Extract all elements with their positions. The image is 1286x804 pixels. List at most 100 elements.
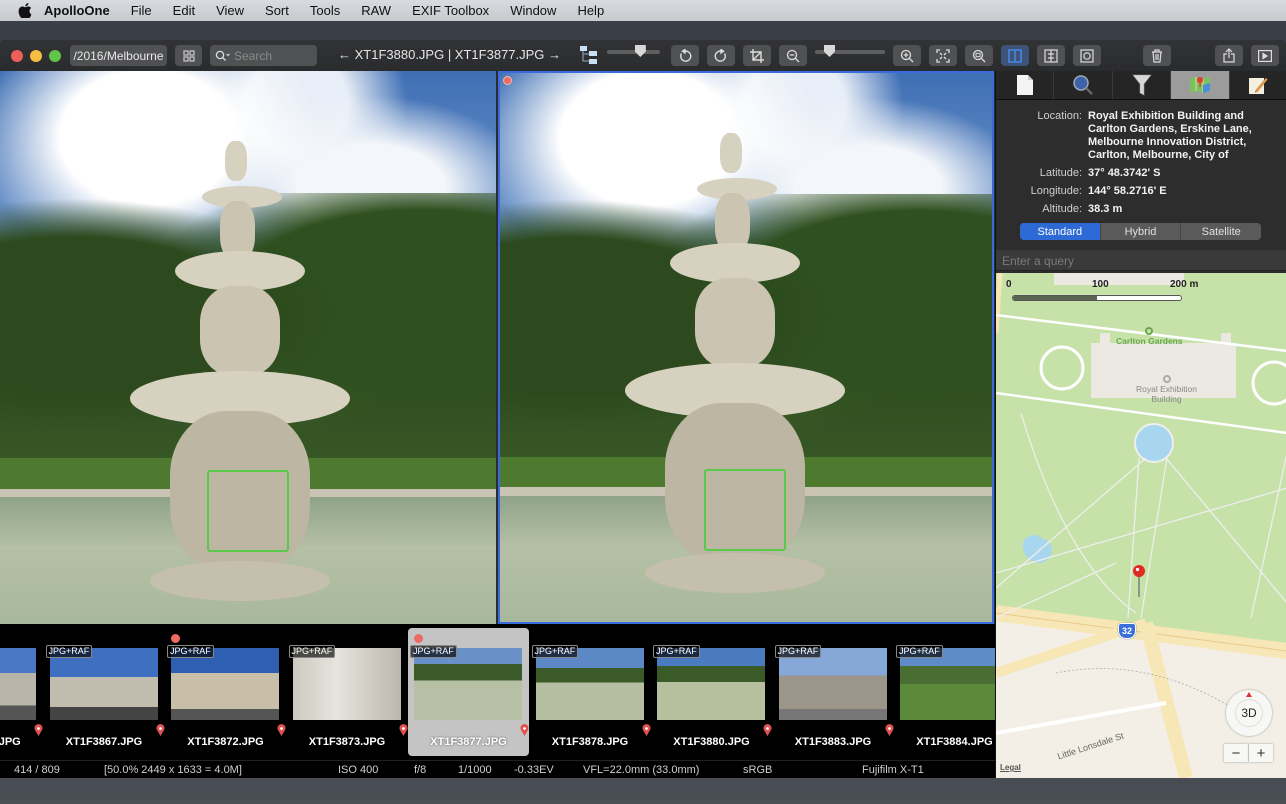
menu-raw[interactable]: RAW [361,3,391,18]
share-button[interactable] [1215,45,1243,66]
image-dimensions: [50.0% 2449 x 1633 = 4.0M] [104,764,242,776]
exposure-bias-value: -0.33EV [514,764,554,776]
thumbnail-size-slider[interactable] [607,45,660,57]
sync-view-button[interactable] [1073,45,1101,66]
crop-button[interactable] [743,45,771,66]
filmstrip-item[interactable]: JPG+RAF XT1F3872.JPG [165,628,286,756]
search-field[interactable]: Search [210,45,317,66]
zoom-out-button[interactable] [779,45,807,66]
filmstrip: JPG+RAFXT1F3866.JPGJPG+RAFXT1F3867.JPGJP… [0,624,995,760]
inspector-panel: Location: Royal Exhibition Building and … [995,71,1286,778]
apple-menu-icon[interactable] [18,3,32,18]
latitude-value: 37° 48.3742' S [1088,167,1161,179]
tab-notes[interactable] [1230,71,1286,99]
map-poi-park: Carlton Gardens [1116,327,1183,346]
image-viewer [0,71,995,624]
filmstrip-item[interactable]: JPG+RAF XT1F3880.JPG [651,628,772,756]
folder-path-button[interactable]: /2016/Melbourne [70,45,167,66]
thumbnail-filename: XT1F3884.JPG [916,736,993,748]
legal-link[interactable]: Legal [1000,763,1021,772]
menu-file[interactable]: File [131,3,152,18]
menu-edit[interactable]: Edit [173,3,195,18]
map-icon [1189,77,1210,93]
thumbnail-image [292,648,401,720]
tab-exif-search[interactable] [1054,71,1113,99]
compare-view-button[interactable] [1001,45,1029,66]
thumbnail-image [171,648,279,720]
fit-to-screen-button[interactable] [929,45,957,66]
longitude-label: Longitude: [1030,185,1082,197]
map-type-standard[interactable]: Standard [1020,223,1101,240]
fit-screen-icon [936,48,950,63]
funnel-icon [1131,74,1152,96]
folder-tree-icon[interactable] [580,45,600,70]
scale-label-100: 100 [1092,279,1109,290]
3d-label: 3D [1235,699,1263,727]
tab-file-info[interactable] [996,71,1055,99]
swap-view-icon [1044,48,1058,63]
menu-sort[interactable]: Sort [265,3,289,18]
map-zoom-in-button[interactable]: + [1249,744,1273,762]
aperture-value: f/8 [414,764,427,776]
file-format-badge: JPG+RAF [288,645,336,658]
tab-map[interactable] [1171,71,1230,99]
slider-knob[interactable] [634,45,646,57]
thumbnail-image [778,648,887,720]
minimize-window-button[interactable] [30,50,42,62]
filmstrip-item[interactable]: JPG+RAF XT1F3877.JPG [408,628,529,756]
menu-view[interactable]: View [216,3,244,18]
rotate-left-button[interactable] [671,45,699,66]
color-space-value: sRGB [743,764,773,776]
share-icon [1223,48,1235,63]
menu-window[interactable]: Window [510,3,556,18]
map-query-input[interactable]: Enter a query [996,250,1286,271]
grid-view-button[interactable] [175,45,202,66]
map-type-selector: Standard Hybrid Satellite [1020,223,1261,240]
rotate-right-button[interactable] [707,45,735,66]
filmstrip-item[interactable]: JPG+RAF XT1F3878.JPG [530,628,651,756]
focal-length-value: VFL=22.0mm (33.0mm) [583,764,700,776]
file-format-badge: JPG+RAF [45,645,93,658]
image-navigation-title[interactable]: ← XT1F3880.JPG | XT1F3877.JPG → [338,47,561,62]
side-by-side-button[interactable] [1037,45,1065,66]
location-label: Location: [1037,110,1082,122]
map-zoom-out-button[interactable]: − [1224,744,1248,762]
right-image-pane[interactable] [498,71,994,624]
scale-label-0: 0 [1006,279,1012,290]
zoom-in-icon [900,49,914,62]
latitude-label: Latitude: [1039,167,1082,179]
zoom-slider[interactable] [815,45,885,57]
filmstrip-item[interactable]: JPG+RAF XT1F3883.JPG [773,628,894,756]
zoom-in-button[interactable] [893,45,921,66]
crop-icon [750,48,764,63]
map-type-hybrid[interactable]: Hybrid [1101,223,1182,240]
map-view[interactable]: 0 100 200 m Carlton Gardens Royal Exhibi… [996,273,1286,778]
menu-help[interactable]: Help [577,3,604,18]
tab-filter[interactable] [1113,71,1172,99]
longitude-value: 144° 58.2716' E [1088,185,1167,197]
thumbnail-image [414,648,522,720]
thumbnail-filename: XT1F3883.JPG [794,736,872,748]
compass-3d-button[interactable]: 3D [1226,690,1272,736]
thumbnail-filename: XT1F3867.JPG [65,736,143,748]
zoom-window-button[interactable] [49,50,61,62]
actual-size-button[interactable] [965,45,993,66]
rotate-left-icon [680,48,692,62]
map-type-satellite[interactable]: Satellite [1181,223,1261,240]
menu-bar: ApolloOne File Edit View Sort Tools RAW … [0,0,1286,21]
close-window-button[interactable] [11,50,23,62]
filmstrip-item[interactable]: JPG+RAF XT1F3873.JPG [287,628,408,756]
menu-exif-toolbox[interactable]: EXIF Toolbox [412,3,489,18]
menu-app-name[interactable]: ApolloOne [44,3,110,18]
slideshow-button[interactable] [1251,45,1279,66]
filmstrip-item[interactable]: JPG+RAF XT1F3884.JPG [894,628,995,756]
slider-knob[interactable] [824,45,835,57]
menu-tools[interactable]: Tools [310,3,340,18]
filmstrip-item[interactable]: JPG+RAF XT1F3867.JPG [44,628,165,756]
left-image-pane[interactable] [0,71,496,624]
search-placeholder: Search [234,48,273,63]
rotate-right-icon [714,48,726,62]
filmstrip-item[interactable]: JPG+RAFXT1F3866.JPG [0,628,43,756]
file-format-badge: JPG+RAF [896,645,943,658]
delete-button[interactable] [1143,45,1171,66]
